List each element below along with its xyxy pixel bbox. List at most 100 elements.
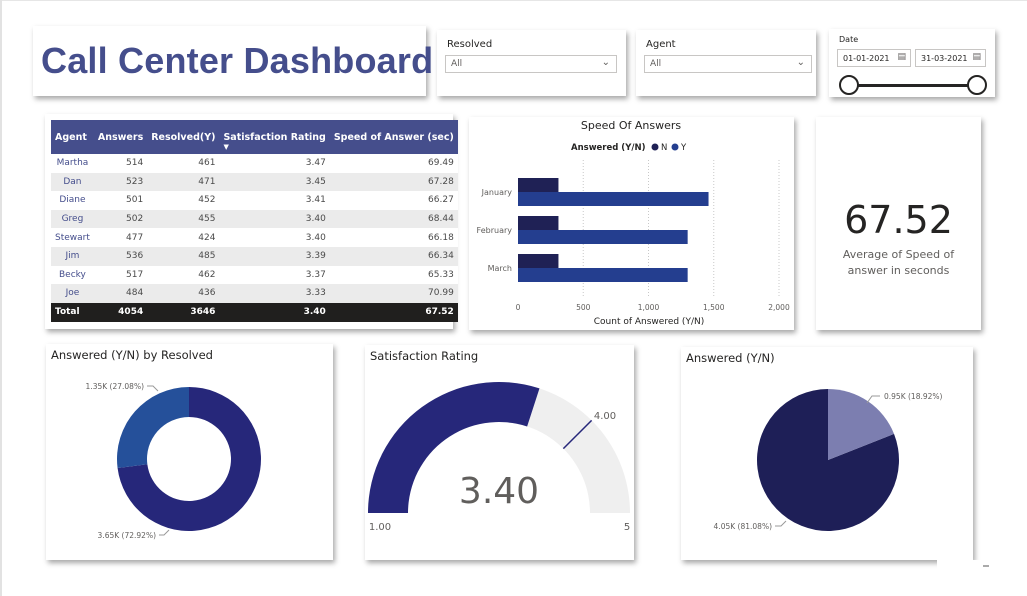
table-header-row: Agent Answers Resolved(Y) Satisfaction R… — [51, 120, 458, 154]
table-cell: 523 — [93, 172, 148, 192]
table-row[interactable]: Martha 514 461 3.47 69.49 — [51, 154, 458, 173]
kpi-value: 67.52 — [844, 198, 953, 242]
column-header-answers[interactable]: Answers — [93, 120, 148, 154]
footer-patch — [937, 560, 983, 572]
table-cell: 66.18 — [329, 228, 458, 247]
x-tick-label: 500 — [576, 303, 591, 312]
legend-label: Y — [680, 143, 687, 153]
table-total-cell: 3646 — [147, 302, 220, 322]
agent-table: Agent Answers Resolved(Y) Satisfaction R… — [51, 120, 458, 322]
y-tick-label: February — [477, 226, 513, 235]
table-cell: 3.37 — [219, 265, 330, 285]
leader-line — [775, 520, 787, 527]
table-row[interactable]: Jim 536 485 3.39 66.34 — [51, 246, 458, 266]
table-cell: Joe — [51, 284, 94, 303]
table-cell: 471 — [147, 172, 220, 192]
column-header-agent[interactable]: Agent — [51, 120, 94, 154]
table-row[interactable]: Becky 517 462 3.37 65.33 — [51, 265, 458, 285]
table-row[interactable]: Joe 484 436 3.33 70.99 — [51, 284, 458, 303]
table-cell: Diane — [51, 191, 94, 210]
resolved-dropdown-value: All — [451, 59, 463, 69]
bar-chart-svg: Speed Of Answers Answered (Y/N) N Y 0 500 1,00… — [477, 119, 790, 327]
table-cell: 65.33 — [329, 265, 458, 285]
bar-y-february — [518, 230, 688, 244]
column-header-satisfaction-label: Satisfaction Rating — [223, 131, 326, 143]
page-title: Call Center Dashboard — [41, 40, 434, 81]
speed-of-answers-chart: Speed Of Answers Answered (Y/N) N Y 0 500 1,00… — [469, 117, 794, 330]
table-cell: 69.49 — [329, 154, 458, 173]
table-cell: 455 — [147, 209, 220, 229]
date-range-start-handle[interactable] — [839, 75, 859, 95]
table-row[interactable]: Diane 501 452 3.41 66.27 — [51, 191, 458, 210]
table-cell: 536 — [93, 246, 148, 266]
table-cell: 3.39 — [219, 246, 330, 266]
agent-slicer: Agent All ⌄ — [636, 30, 816, 96]
left-border — [0, 0, 2, 596]
donut-chart-svg: 3.65K (72.92%) 1.35K (27.08%) — [86, 382, 261, 540]
answered-by-resolved-chart: Answered (Y/N) by Resolved 3.65K (72.92%… — [46, 344, 333, 560]
donut-data-label: 1.35K (27.08%) — [86, 382, 145, 391]
date-end-value: 31-03-2021 — [921, 54, 968, 63]
table-cell: 517 — [93, 265, 148, 285]
x-tick-label: 1,000 — [638, 303, 660, 312]
calendar-icon[interactable]: ▤ — [972, 52, 981, 62]
table-cell: 485 — [147, 246, 220, 266]
table-cell: 70.99 — [329, 284, 458, 303]
agent-dropdown-value: All — [650, 59, 662, 69]
date-end-input[interactable]: 31-03-2021 ▤ — [915, 49, 986, 67]
calendar-icon[interactable]: ▤ — [897, 52, 906, 62]
date-range-end-handle[interactable] — [967, 75, 987, 95]
date-slicer-label: Date — [839, 35, 859, 44]
table-cell: 484 — [93, 284, 148, 303]
x-tick-label: 2,000 — [768, 303, 790, 312]
date-slicer: Date 01-01-2021 ▤ 31-03-2021 ▤ — [829, 29, 995, 97]
legend-label: N — [661, 143, 667, 153]
table-cell: 66.27 — [329, 191, 458, 210]
donut-slice — [117, 387, 189, 469]
table-cell: 3.40 — [219, 209, 330, 229]
bar-chart-title: Speed Of Answers — [581, 119, 682, 132]
gauge-max-label: 5 — [624, 522, 630, 533]
table-cell: 3.47 — [219, 154, 330, 173]
table-cell: 67.28 — [329, 172, 458, 192]
date-start-input[interactable]: 01-01-2021 ▤ — [837, 49, 911, 67]
table-cell: 502 — [93, 209, 148, 229]
bar-n-january — [518, 178, 559, 192]
kpi-card: 67.52 Average of Speed of answer in seco… — [816, 117, 981, 330]
bar-n-february — [518, 216, 559, 230]
satisfaction-gauge-chart: Satisfaction Rating 4.00 3.40 1.00 5 — [365, 345, 634, 560]
table-row[interactable]: Dan 523 471 3.45 67.28 — [51, 172, 458, 192]
gauge-chart-svg: 4.00 3.40 1.00 5 — [368, 382, 630, 533]
table-cell: 68.44 — [329, 209, 458, 229]
leader-line — [147, 385, 159, 392]
answered-pie-chart: Answered (Y/N) 4.05K (81.08%) 0.95K (18.9… — [681, 347, 973, 560]
gauge-min-label: 1.00 — [369, 522, 391, 533]
table-cell: Greg — [51, 209, 94, 229]
table-cell: 3.41 — [219, 191, 330, 210]
resolved-dropdown[interactable]: All ⌄ — [445, 55, 617, 73]
date-start-value: 01-01-2021 — [843, 54, 890, 63]
pie-data-label: 4.05K (81.08%) — [714, 522, 773, 531]
bar-y-march — [518, 268, 688, 282]
column-header-satisfaction[interactable]: Satisfaction Rating ▼ — [219, 120, 330, 154]
chevron-down-icon: ⌄ — [601, 57, 610, 68]
table-cell: 66.34 — [329, 246, 458, 266]
top-border — [0, 0, 1027, 1]
column-header-resolved[interactable]: Resolved(Y) — [147, 120, 220, 154]
table-cell: 3.33 — [219, 284, 330, 303]
date-range-track[interactable] — [847, 84, 977, 87]
bar-y-january — [518, 192, 709, 206]
table-row[interactable]: Greg 502 455 3.40 68.44 — [51, 209, 458, 229]
table-row[interactable]: Stewart 477 424 3.40 66.18 — [51, 228, 458, 247]
table-cell: 501 — [93, 191, 148, 210]
chevron-down-icon: ⌄ — [796, 57, 805, 68]
table-cell: 3.45 — [219, 172, 330, 192]
table-cell: 462 — [147, 265, 220, 285]
table-cell: 452 — [147, 191, 220, 210]
table-cell: 424 — [147, 228, 220, 247]
agent-dropdown[interactable]: All ⌄ — [644, 55, 812, 73]
x-tick-label: 0 — [516, 303, 521, 312]
table-total-cell: 4054 — [93, 302, 148, 322]
leader-line — [866, 395, 880, 404]
column-header-speed[interactable]: Speed of Answer (sec) — [329, 120, 458, 154]
